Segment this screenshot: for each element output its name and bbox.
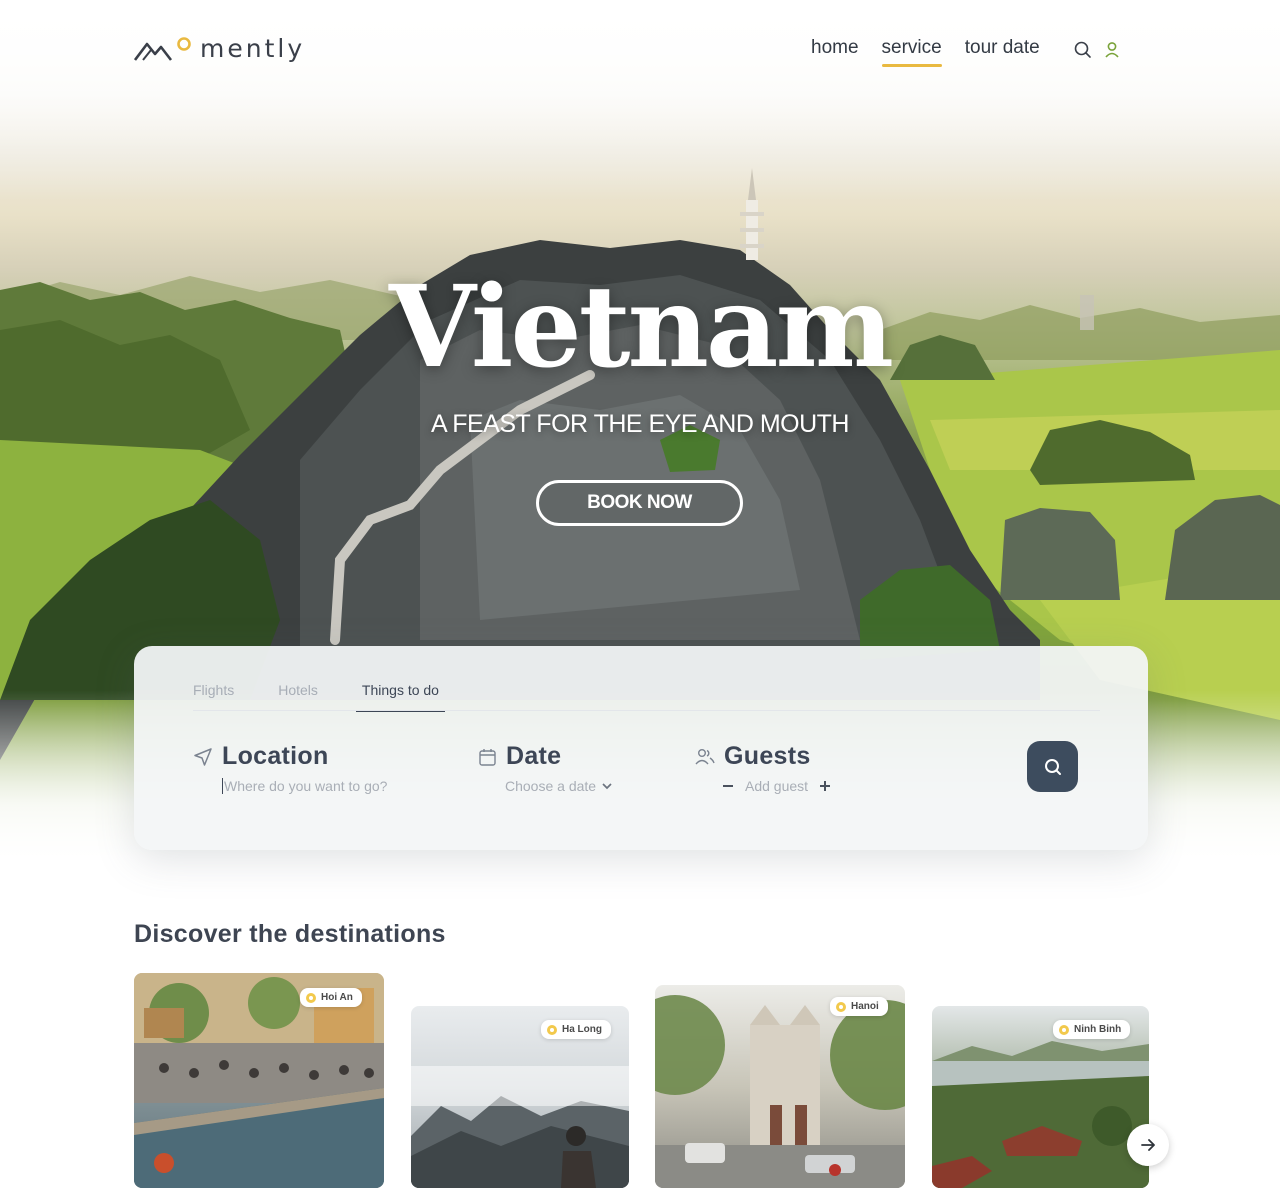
user-icon[interactable] bbox=[1103, 40, 1121, 60]
date-label: Date bbox=[506, 742, 562, 770]
calendar-icon bbox=[479, 748, 496, 766]
pin-icon bbox=[836, 1001, 846, 1012]
badge-label: Ha Long bbox=[562, 1024, 602, 1035]
badge-label: Hanoi bbox=[851, 1001, 879, 1012]
nav-tour-date[interactable]: tour date bbox=[965, 37, 1040, 63]
carousel-next-button[interactable] bbox=[1127, 1124, 1169, 1166]
brand-logo[interactable]: mently bbox=[134, 34, 305, 63]
pin-icon bbox=[1059, 1024, 1069, 1035]
destination-card-hanoi[interactable]: Hanoi bbox=[655, 985, 905, 1188]
badge-label: Ninh Binh bbox=[1074, 1024, 1122, 1035]
brand-name: mently bbox=[200, 34, 306, 63]
date-value[interactable]: Choose a date bbox=[505, 778, 596, 794]
users-icon bbox=[695, 748, 715, 764]
guests-label: Guests bbox=[724, 742, 811, 770]
arrow-right-icon bbox=[1141, 1139, 1155, 1151]
book-now-button[interactable]: BOOK NOW bbox=[536, 480, 743, 526]
discover-title: Discover the destinations bbox=[134, 920, 446, 948]
hero-subtitle: A FEAST FOR THE EYE AND MOUTH bbox=[431, 410, 849, 438]
minus-icon[interactable] bbox=[721, 779, 735, 793]
date-field[interactable]: Date Choose a date bbox=[478, 742, 614, 794]
mountain-logo-icon bbox=[134, 36, 191, 61]
destination-card-hoi-an[interactable]: Hoi An bbox=[134, 973, 384, 1188]
location-badge: Hoi An bbox=[300, 988, 362, 1007]
location-badge: Hanoi bbox=[830, 997, 888, 1016]
location-badge: Ninh Binh bbox=[1053, 1020, 1131, 1039]
location-badge: Ha Long bbox=[541, 1020, 611, 1039]
hero-title: Vietnam bbox=[389, 262, 894, 393]
location-label: Location bbox=[222, 742, 329, 770]
search-button[interactable] bbox=[1027, 741, 1078, 792]
tab-flights[interactable]: Flights bbox=[193, 682, 234, 712]
badge-label: Hoi An bbox=[321, 992, 353, 1003]
plus-icon[interactable] bbox=[818, 779, 832, 793]
guests-value: Add guest bbox=[745, 778, 809, 794]
pin-icon bbox=[306, 992, 316, 1003]
main-nav: home service tour date bbox=[811, 37, 1121, 67]
chevron-down-icon[interactable] bbox=[600, 779, 614, 793]
location-field[interactable]: Location Where do you want to go? bbox=[192, 742, 387, 794]
search-icon bbox=[1044, 758, 1061, 775]
location-input[interactable]: Where do you want to go? bbox=[222, 778, 387, 794]
destination-card-ha-long[interactable]: Ha Long bbox=[411, 1006, 629, 1188]
destination-card-ninh-binh[interactable]: Ninh Binh bbox=[932, 1006, 1149, 1188]
search-tabs: Flights Hotels Things to do bbox=[193, 682, 483, 712]
search-icon[interactable] bbox=[1073, 40, 1093, 60]
tab-hotels[interactable]: Hotels bbox=[278, 682, 318, 712]
nav-home[interactable]: home bbox=[811, 37, 859, 63]
pin-icon bbox=[547, 1024, 557, 1035]
nav-service[interactable]: service bbox=[881, 37, 942, 67]
search-panel: Flights Hotels Things to do Location Whe… bbox=[134, 646, 1148, 850]
tab-things-to-do[interactable]: Things to do bbox=[355, 682, 446, 712]
send-icon bbox=[194, 747, 212, 766]
guests-field[interactable]: Guests Add guest bbox=[694, 742, 832, 794]
tabs-divider bbox=[193, 710, 1100, 711]
